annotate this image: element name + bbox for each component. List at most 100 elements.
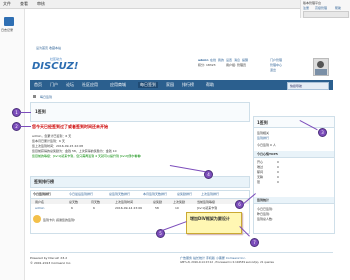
cartoon-icon [33,215,41,223]
stats-heading: 签到统计 [257,198,270,202]
home-icon[interactable] [33,95,36,98]
menu-file[interactable]: 文件 [3,1,11,7]
nav-home[interactable]: 首页 [34,82,42,88]
ranking-tabs: 今日签到排行 今日最后签到排行 总签到天数排行 本月签到天数排行 总奖励排行 上… [31,191,249,199]
col-username: 用户名 [35,200,45,204]
mood-item: 郁闷 [257,170,264,174]
top-right-panel: 版本管理平台 注册 高级管理 帮助 [300,0,350,18]
user-link-portal-admin[interactable]: 门户管理 [270,58,282,62]
cell-last-reward: 10 [175,206,179,210]
info-level: 您目前的等级：[LV.1]初来乍到，您只需再签到 4 天就可以提升到 [LV.2… [32,154,142,158]
cell-level: [LV.1]初来乍到 [197,206,218,210]
user-link-messages[interactable]: 消息 [234,58,240,62]
mood-list: 开心 0 难过 0 郁闷 0 无聊 0 怒 0 [257,160,331,190]
app-menubar: 文件 查看 审核 [0,0,350,9]
nav-portal[interactable]: 门户 [50,82,58,88]
mood-count: 0 [277,160,279,164]
sidebar-stats-title: 签到相关 [257,131,270,135]
table-row: admin 6 6 2016-09-14 23:06 58 10 [LV.1]初… [31,205,249,210]
user-link-logout[interactable]: 退出 [270,68,276,72]
avatar[interactable] [313,58,329,76]
menu-review[interactable]: 审核 [37,1,45,7]
ranking-heading: 签到排行榜 [34,179,54,184]
breadcrumb: 每日签到 [30,94,250,100]
stat-yesterday: 昨日签到: [257,212,271,216]
discuz-logo[interactable]: 社区动力 DISCUZ! [32,57,79,73]
cell-last-time: 2016-09-14 23:06 [115,206,143,210]
user-link-admin-center[interactable]: 管理中心 [270,63,282,67]
signin-status-panel: 您今天已经签到过了或者签到时间还未开始 admin，您累计已签到：6 天 您本月… [30,122,248,176]
signin-heading: 1签到 [35,109,46,114]
stat-total: 签到总人数: [257,217,274,221]
annotation-marker-7: 7 [250,238,259,247]
nav-apps[interactable]: 社区应用 [82,82,98,88]
document-icon[interactable] [4,17,14,26]
nav-forum[interactable]: 论坛 [66,82,74,88]
user-group: 用户组: 管理员 [226,63,246,67]
breadcrumb-current[interactable]: 每日签到 [40,95,52,99]
tab-month-days[interactable]: 本月签到天数排行 [143,192,167,196]
mood-item: 无聊 [257,175,264,179]
set-homepage-link[interactable]: 设为首页 收藏本站 [36,46,61,50]
mood-count: 0 [277,170,279,174]
col-total-reward: 总奖励 [153,200,163,204]
user-link-settings[interactable]: 设置 [226,58,232,62]
cartoon-text: 签到卡片 感谢您的签到! [43,218,76,222]
sidebar-stats-text: 今日签到 0 人 [257,143,276,147]
info-total-days: admin，您累计已签到：6 天 [32,134,72,138]
user-link-alerts[interactable]: 提醒 [242,58,248,62]
avatar-body-icon [315,69,327,75]
col-total-days: 总天数 [69,200,79,204]
nav-app-store[interactable]: 应用商城 [110,82,126,88]
nav-daily-signin[interactable]: 每日签到 [138,82,158,88]
user-link-mine[interactable]: 我的 [218,58,224,62]
mood-count: 0 [277,180,279,184]
footer-links[interactable]: 广告服务 站长统计 手机版 小黑屋 Comsenz Inc. [180,256,246,260]
username-link[interactable]: admin [198,58,208,62]
tab-today-last[interactable]: 今日最后签到排行 [69,192,93,196]
cell-month-days: 6 [93,206,95,210]
panel-link-help[interactable]: 帮助 [335,6,341,10]
left-side-panel: 日志记录 [0,9,25,280]
mood-heading-box: 今日心情TOP5 [254,151,334,158]
info-month-days: 您本月已累计签到：6 天 [32,139,65,143]
panel-link-register[interactable]: 注册 [303,6,309,10]
annotation-tooltip-text: 增加DIV框架为要设计 [190,216,230,221]
mood-count: 0 [277,175,279,179]
user-link-online[interactable]: 在线 [210,58,216,62]
points: 积分: 18323 [198,63,216,67]
panel-link-admin[interactable]: 高级管理 [315,6,327,10]
col-level: 当前签到等级 [197,200,216,204]
col-last-reward: 上次奖励 [173,200,186,204]
signin-status-title: 您今天已经签到过了或者签到时间还未开始 [32,124,108,129]
cell-total-reward: 58 [155,206,159,210]
footer-powered: Powered by Discuz! X3.2 [30,256,68,260]
logo-wordmark: DISCUZ! [32,61,79,72]
stats-heading-box: 签到统计 [254,197,334,204]
info-rewards: 您目前获得的总奖励为：金钱 58，上次获得的奖励为：金钱 10 [32,149,117,153]
quick-nav-dropdown[interactable]: 快捷导航 [287,82,329,90]
ranking-heading-box: 签到排行榜 [30,176,250,188]
mood-count: 0 [277,165,279,169]
sidebar-heading-box: 1签到 [254,117,334,128]
nav-help[interactable]: 帮助 [206,82,214,88]
sidebar-heading: 1签到 [257,120,268,125]
sidebar-stats-link[interactable]: 签到排行 [257,136,269,140]
menu-view[interactable]: 查看 [20,1,28,7]
tab-total-reward[interactable]: 总奖励排行 [177,192,192,196]
tab-today[interactable]: 今日签到排行 [33,192,51,196]
mood-item: 怒 [257,180,261,184]
col-last-time: 上次签到时间 [115,200,134,204]
panel-search-box[interactable] [303,11,349,18]
annotation-tooltip: 增加DIV框架为要设计 [186,212,242,234]
stat-today: 今日已签到: [257,207,274,211]
avatar-head-icon [317,61,324,68]
tab-last-signin[interactable]: 上次签到排行 [201,192,219,196]
footer-processed: GMT+8, 2016-9-14 23:12 , Processed in 0.… [180,261,274,264]
quick-nav-label: 快捷导航 [290,84,303,88]
nav-home-space[interactable]: 家园 [166,82,174,88]
cell-username[interactable]: admin [35,206,44,210]
nav-rankings[interactable]: 排行榜 [182,82,194,88]
tab-total-days[interactable]: 总签到天数排行 [109,192,130,196]
user-info: admin 在线 我的 设置 消息 提醒 门户管理 管理中心 退出 积分: 18… [198,58,308,78]
